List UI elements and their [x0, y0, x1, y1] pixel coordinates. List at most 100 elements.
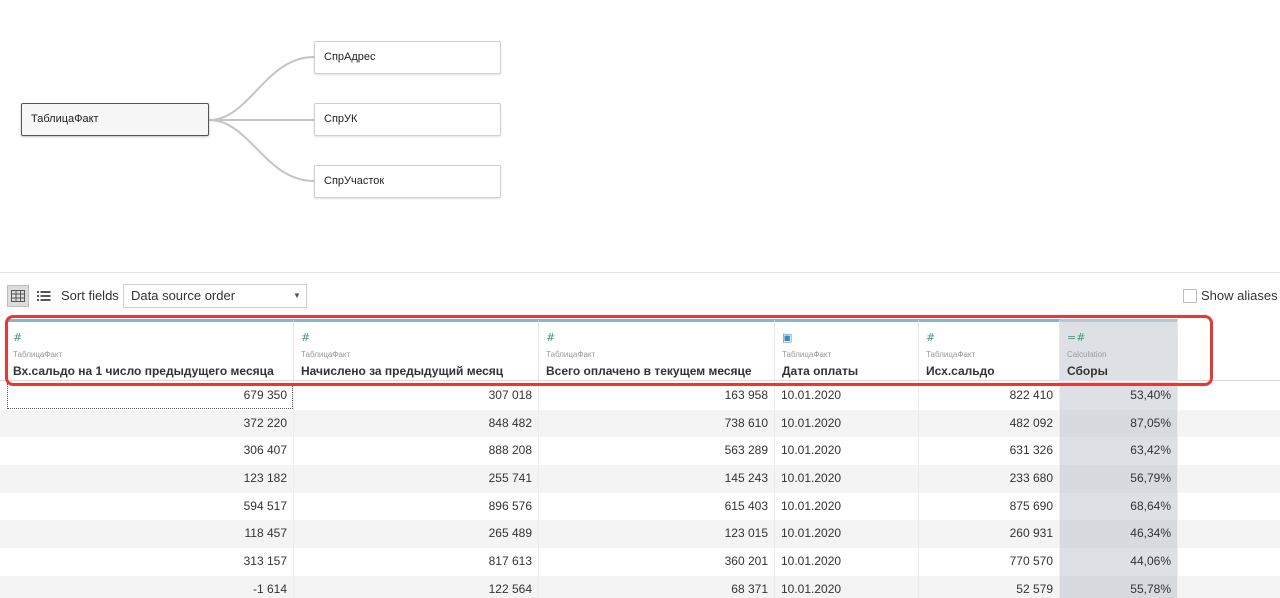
column-header-row: # ТаблицаФакт Вх.сальдо на 1 число преды… — [0, 319, 1280, 381]
table-cell[interactable]: 888 208 — [294, 437, 539, 466]
table-cell[interactable]: 87,05% — [1060, 409, 1178, 438]
column-source: ТаблицаФакт — [13, 350, 63, 359]
table-cell[interactable]: 123 015 — [539, 520, 775, 549]
column-source: Calculation — [1067, 350, 1107, 359]
table-cell[interactable]: 44,06% — [1060, 548, 1178, 576]
table-cell[interactable]: 260 931 — [919, 520, 1060, 549]
table-cell[interactable]: 563 289 — [539, 437, 775, 466]
number-icon: # — [13, 331, 23, 344]
table-cell[interactable]: 10.01.2020 — [775, 409, 919, 438]
data-grid-toolbar: Sort fields Data source order ▼ Show ali… — [0, 282, 1280, 310]
column-name: Начислено за предыдущий месяц — [301, 364, 504, 378]
column-source: ТаблицаФакт — [926, 350, 976, 359]
table-row: 594 517 896 576 615 403 10.01.2020 875 6… — [0, 492, 1280, 521]
column-name: Всего оплачено в текущем месяце — [546, 364, 752, 378]
table-cell[interactable]: 307 018 — [294, 382, 539, 410]
table-cell[interactable]: 738 610 — [539, 409, 775, 438]
sort-fields-value: Data source order — [131, 288, 236, 303]
column-header-nachisleno[interactable]: # ТаблицаФакт Начислено за предыдущий ме… — [294, 319, 539, 381]
sort-fields-select[interactable]: Data source order ▼ — [123, 284, 307, 308]
table-cell[interactable]: 875 690 — [919, 492, 1060, 521]
table-row: 679 350 307 018 163 958 10.01.2020 822 4… — [0, 382, 1280, 410]
column-name: Дата оплаты — [782, 364, 859, 378]
table-row: -1 614 122 564 68 371 10.01.2020 52 579 … — [0, 575, 1280, 598]
table-row: 313 157 817 613 360 201 10.01.2020 770 5… — [0, 548, 1280, 576]
table-cell[interactable]: 360 201 — [539, 548, 775, 576]
table-cell[interactable]: 10.01.2020 — [775, 492, 919, 521]
grid-view-button[interactable] — [7, 285, 29, 307]
chevron-down-icon: ▼ — [293, 291, 301, 300]
table-cell[interactable]: 10.01.2020 — [775, 548, 919, 576]
table-cell[interactable]: 55,78% — [1060, 575, 1178, 598]
table-cell[interactable]: 68,64% — [1060, 492, 1178, 521]
show-aliases-checkbox[interactable] — [1183, 289, 1197, 303]
table-cell[interactable]: 122 564 — [294, 575, 539, 598]
table-cell[interactable]: 372 220 — [6, 409, 294, 438]
table-row: 306 407 888 208 563 289 10.01.2020 631 3… — [0, 437, 1280, 466]
calculated-number-icon: =# — [1067, 331, 1086, 344]
table-cell[interactable]: 313 157 — [6, 548, 294, 576]
table-node-primary[interactable]: ТаблицаФакт — [21, 103, 209, 136]
table-cell[interactable]: 10.01.2020 — [775, 465, 919, 493]
table-node-spr-uk[interactable]: СпрУК — [314, 103, 501, 136]
table-cell[interactable]: 817 613 — [294, 548, 539, 576]
table-cell[interactable]: 822 410 — [919, 382, 1060, 410]
column-source: ТаблицаФакт — [782, 350, 832, 359]
table-node-spr-uchastok[interactable]: СпрУчасток — [314, 165, 501, 198]
table-cell[interactable]: 631 326 — [919, 437, 1060, 466]
number-icon: # — [546, 331, 556, 344]
table-cell[interactable]: 56,79% — [1060, 465, 1178, 493]
grid-body: 679 350 307 018 163 958 10.01.2020 822 4… — [0, 382, 1280, 598]
table-cell[interactable]: 118 457 — [6, 520, 294, 549]
relationship-canvas: ТаблицаФакт СпрАдрес СпрУК СпрУчасток — [0, 0, 1280, 272]
table-cell[interactable]: 46,34% — [1060, 520, 1178, 549]
grid-view-icon — [11, 290, 25, 302]
table-cell[interactable]: 848 482 — [294, 409, 539, 438]
calendar-icon: ▣ — [782, 331, 793, 344]
table-cell[interactable]: 896 576 — [294, 492, 539, 521]
table-cell[interactable]: 10.01.2020 — [775, 520, 919, 549]
table-cell[interactable]: -1 614 — [6, 575, 294, 598]
table-cell[interactable]: 163 958 — [539, 382, 775, 410]
table-cell[interactable]: 63,42% — [1060, 437, 1178, 466]
column-name: Исх.сальдо — [926, 364, 995, 378]
column-header-oplacheno[interactable]: # ТаблицаФакт Всего оплачено в текущем м… — [539, 319, 775, 381]
column-source: ТаблицаФакт — [546, 350, 596, 359]
table-cell[interactable]: 615 403 — [539, 492, 775, 521]
table-cell[interactable]: 255 741 — [294, 465, 539, 493]
list-view-icon — [37, 291, 51, 301]
table-row: 118 457 265 489 123 015 10.01.2020 260 9… — [0, 520, 1280, 549]
table-cell[interactable]: 145 243 — [539, 465, 775, 493]
table-cell[interactable]: 52 579 — [919, 575, 1060, 598]
table-cell[interactable]: 679 350 — [6, 382, 294, 410]
table-cell[interactable]: 594 517 — [6, 492, 294, 521]
number-icon: # — [926, 331, 936, 344]
table-row: 123 182 255 741 145 243 10.01.2020 233 6… — [0, 465, 1280, 493]
column-name: Сборы — [1067, 364, 1108, 378]
table-row: 372 220 848 482 738 610 10.01.2020 482 0… — [0, 409, 1280, 438]
pane-divider[interactable] — [0, 272, 1280, 273]
table-cell[interactable]: 233 680 — [919, 465, 1060, 493]
table-node-spr-adres[interactable]: СпрАдрес — [314, 41, 501, 74]
table-cell[interactable]: 482 092 — [919, 409, 1060, 438]
table-cell[interactable]: 68 371 — [539, 575, 775, 598]
table-cell[interactable]: 265 489 — [294, 520, 539, 549]
column-header-data-oplaty[interactable]: ▣ ТаблицаФакт Дата оплаты — [775, 319, 919, 381]
sort-fields-label: Sort fields — [61, 288, 119, 303]
data-grid: # ТаблицаФакт Вх.сальдо на 1 число преды… — [0, 319, 1280, 598]
show-aliases-label[interactable]: Show aliases — [1201, 288, 1278, 303]
number-icon: # — [301, 331, 311, 344]
column-header-vh-saldo[interactable]: # ТаблицаФакт Вх.сальдо на 1 число преды… — [6, 319, 294, 381]
column-header-ish-saldo[interactable]: # ТаблицаФакт Исх.сальдо — [919, 319, 1060, 381]
table-cell[interactable]: 10.01.2020 — [775, 437, 919, 466]
table-cell[interactable]: 10.01.2020 — [775, 382, 919, 410]
table-cell[interactable]: 53,40% — [1060, 382, 1178, 410]
table-cell[interactable]: 770 570 — [919, 548, 1060, 576]
column-source: ТаблицаФакт — [301, 350, 351, 359]
table-cell[interactable]: 306 407 — [6, 437, 294, 466]
column-header-sbory[interactable]: =# Calculation Сборы — [1060, 319, 1178, 381]
table-cell[interactable]: 123 182 — [6, 465, 294, 493]
table-cell[interactable]: 10.01.2020 — [775, 575, 919, 598]
column-name: Вх.сальдо на 1 число предыдущего месяца — [13, 364, 274, 378]
list-view-button[interactable] — [33, 285, 55, 307]
